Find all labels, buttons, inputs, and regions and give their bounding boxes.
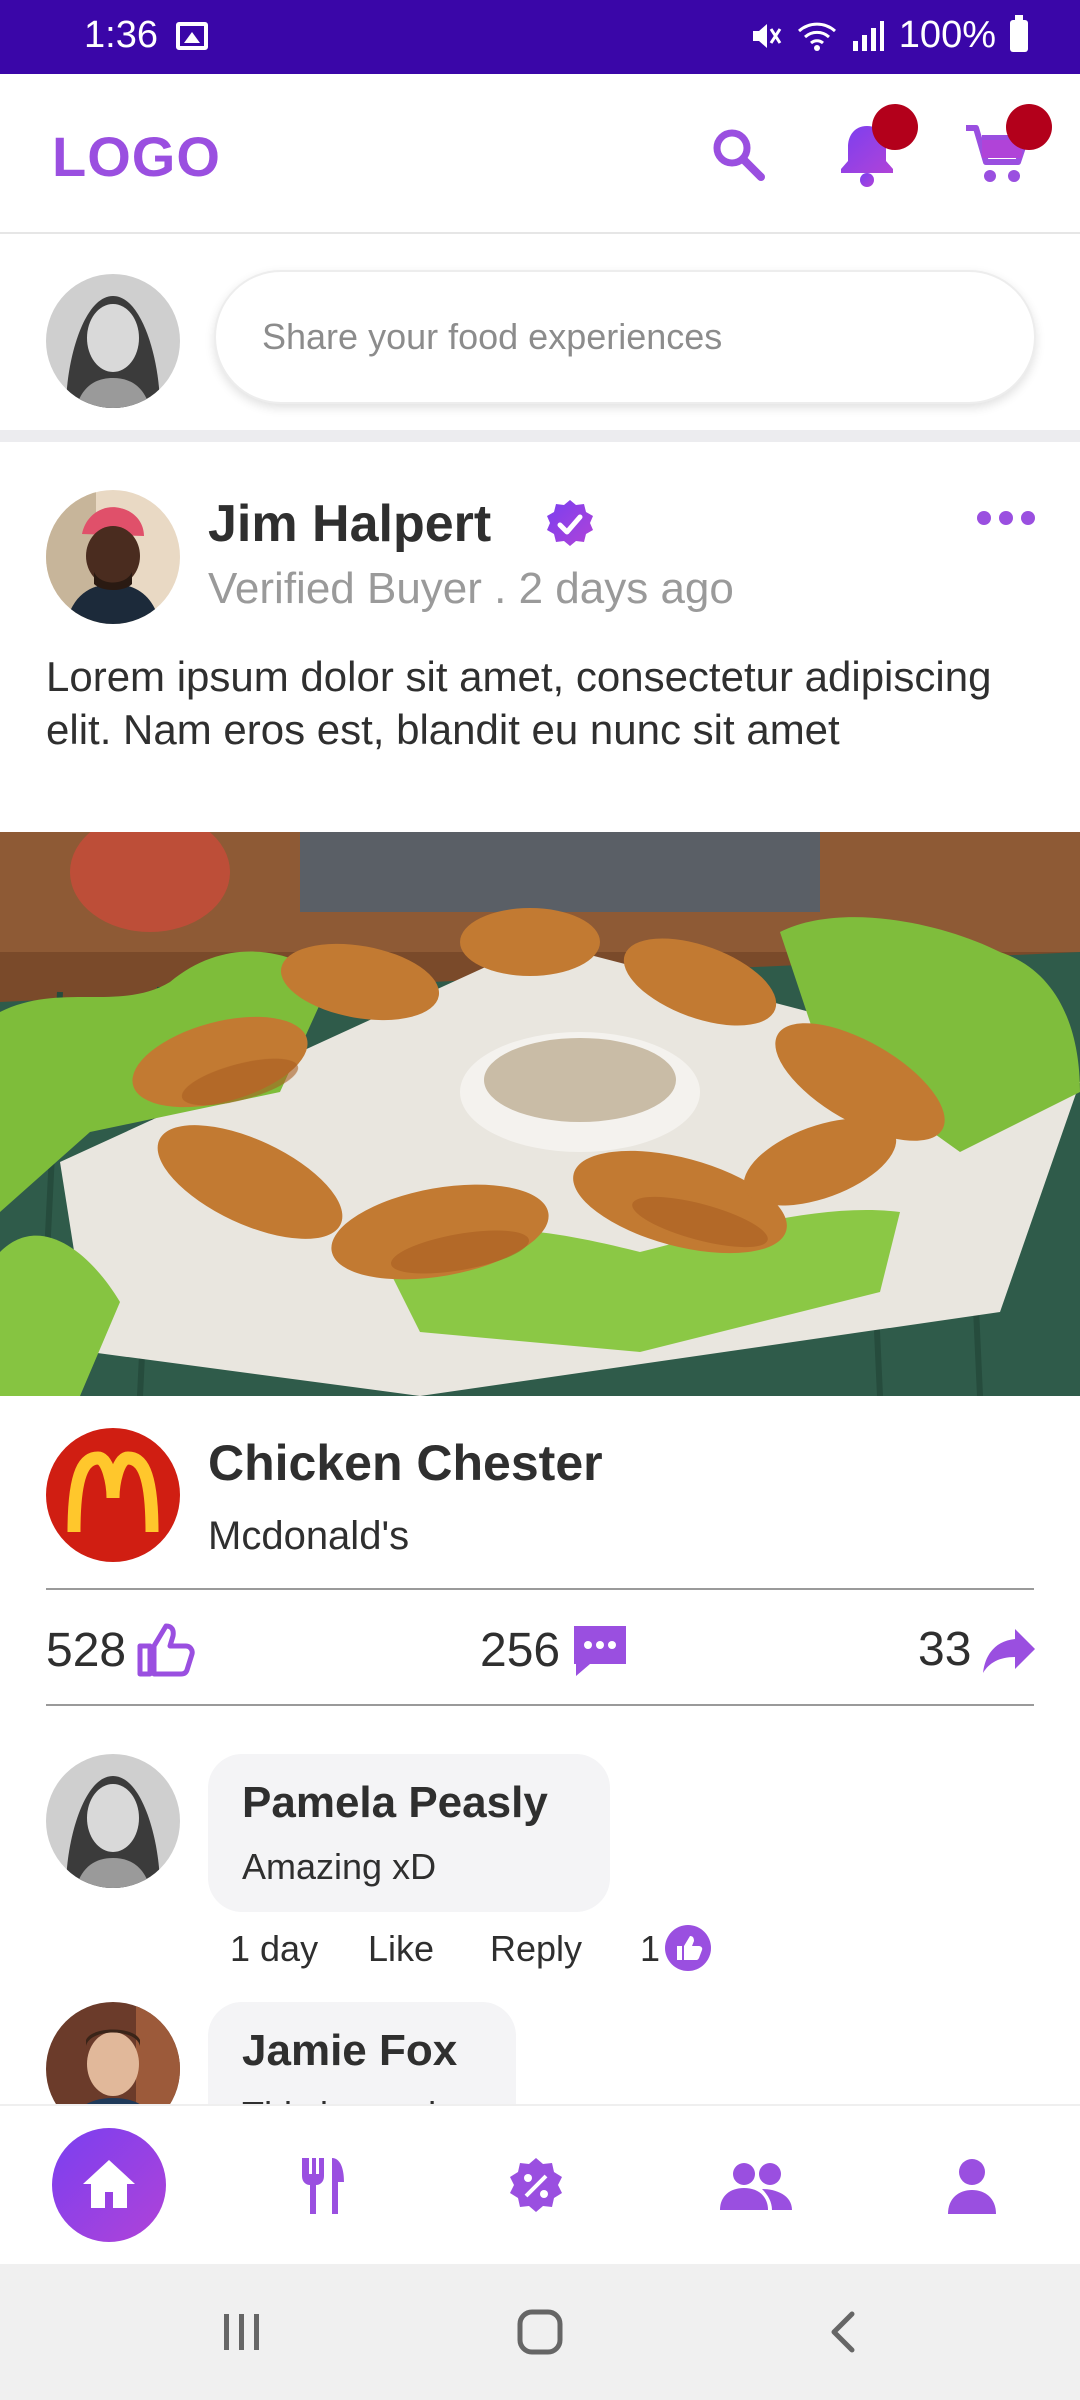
discount-icon[interactable] (506, 2156, 566, 2216)
divider (46, 1704, 1034, 1706)
comment-bubble[interactable]: Pamela Peasly Amazing xD (208, 1754, 610, 1912)
author-name[interactable]: Jim Halpert (208, 494, 491, 554)
battery-icon (1010, 14, 1028, 52)
battery-percent: 100% (898, 14, 996, 56)
thumbs-up-icon[interactable] (136, 1622, 196, 1678)
comment-like-button[interactable]: Like (368, 1928, 434, 1970)
share-count[interactable]: 33 (918, 1622, 1037, 1677)
signal-icon (852, 20, 884, 51)
comment-text: Amazing xD (242, 1846, 437, 1887)
status-bar: 1:36 100% (0, 0, 1080, 74)
food-photo[interactable] (0, 832, 1080, 1396)
more-icon[interactable] (976, 510, 1036, 526)
verified-icon (547, 500, 593, 546)
comment-author[interactable]: Pamela Peasly (242, 1778, 548, 1828)
author-meta: Verified Buyer . 2 days ago (208, 564, 734, 613)
feed-post: Jim Halpert Verified Buyer . 2 days ago … (0, 454, 1080, 2142)
back-icon[interactable] (822, 2308, 870, 2356)
gallery-icon (176, 22, 208, 50)
nav-home[interactable] (52, 2128, 166, 2242)
thumbs-up-icon (665, 1925, 711, 1971)
dish-name[interactable]: Chicken Chester (208, 1434, 603, 1492)
top-app-bar: LOGO (0, 74, 1080, 234)
status-time: 1:36 (84, 14, 158, 56)
restaurant-name[interactable]: Mcdonald's (208, 1514, 409, 1559)
home-system-icon[interactable] (516, 2308, 564, 2356)
divider (46, 1588, 1034, 1590)
share-experience-input[interactable]: Share your food experiences (214, 270, 1036, 404)
share-icon[interactable] (981, 1625, 1037, 1675)
commenter-avatar[interactable] (46, 1754, 180, 1888)
post-body-text: Lorem ipsum dolor sit amet, consectetur … (46, 653, 992, 753)
comment-count[interactable]: 256 (480, 1622, 630, 1678)
recent-apps-icon[interactable] (218, 2308, 266, 2356)
status-right: 100% (749, 14, 1028, 57)
comment-author[interactable]: Jamie Fox (242, 2026, 457, 2076)
comment-like-count: 1 (640, 1928, 661, 1969)
like-count-value: 528 (46, 1623, 127, 1677)
mute-icon (752, 23, 782, 48)
comment-time: 1 day (230, 1928, 319, 1969)
person-icon[interactable] (946, 2156, 998, 2216)
current-user-avatar[interactable] (46, 274, 180, 408)
comment-count-value: 256 (480, 1623, 561, 1677)
wifi-icon (797, 22, 836, 51)
group-icon[interactable] (718, 2160, 794, 2212)
bottom-navigation (0, 2104, 1080, 2264)
app-logo[interactable]: LOGO (52, 124, 221, 189)
search-icon[interactable] (706, 122, 770, 186)
share-input-placeholder: Share your food experiences (262, 316, 723, 357)
system-navigation-bar (0, 2264, 1080, 2400)
comment-icon[interactable] (570, 1622, 630, 1678)
like-count[interactable]: 528 (46, 1622, 196, 1678)
home-icon (83, 2160, 135, 2208)
restaurant-icon[interactable] (298, 2156, 348, 2216)
author-avatar[interactable] (46, 490, 180, 624)
share-count-value: 33 (918, 1623, 972, 1676)
restaurant-logo[interactable] (46, 1428, 180, 1562)
cart-badge (1006, 104, 1052, 150)
comment-reply-button[interactable]: Reply (490, 1928, 582, 1970)
post-composer: Share your food experiences (0, 236, 1080, 442)
notification-badge (872, 104, 918, 150)
